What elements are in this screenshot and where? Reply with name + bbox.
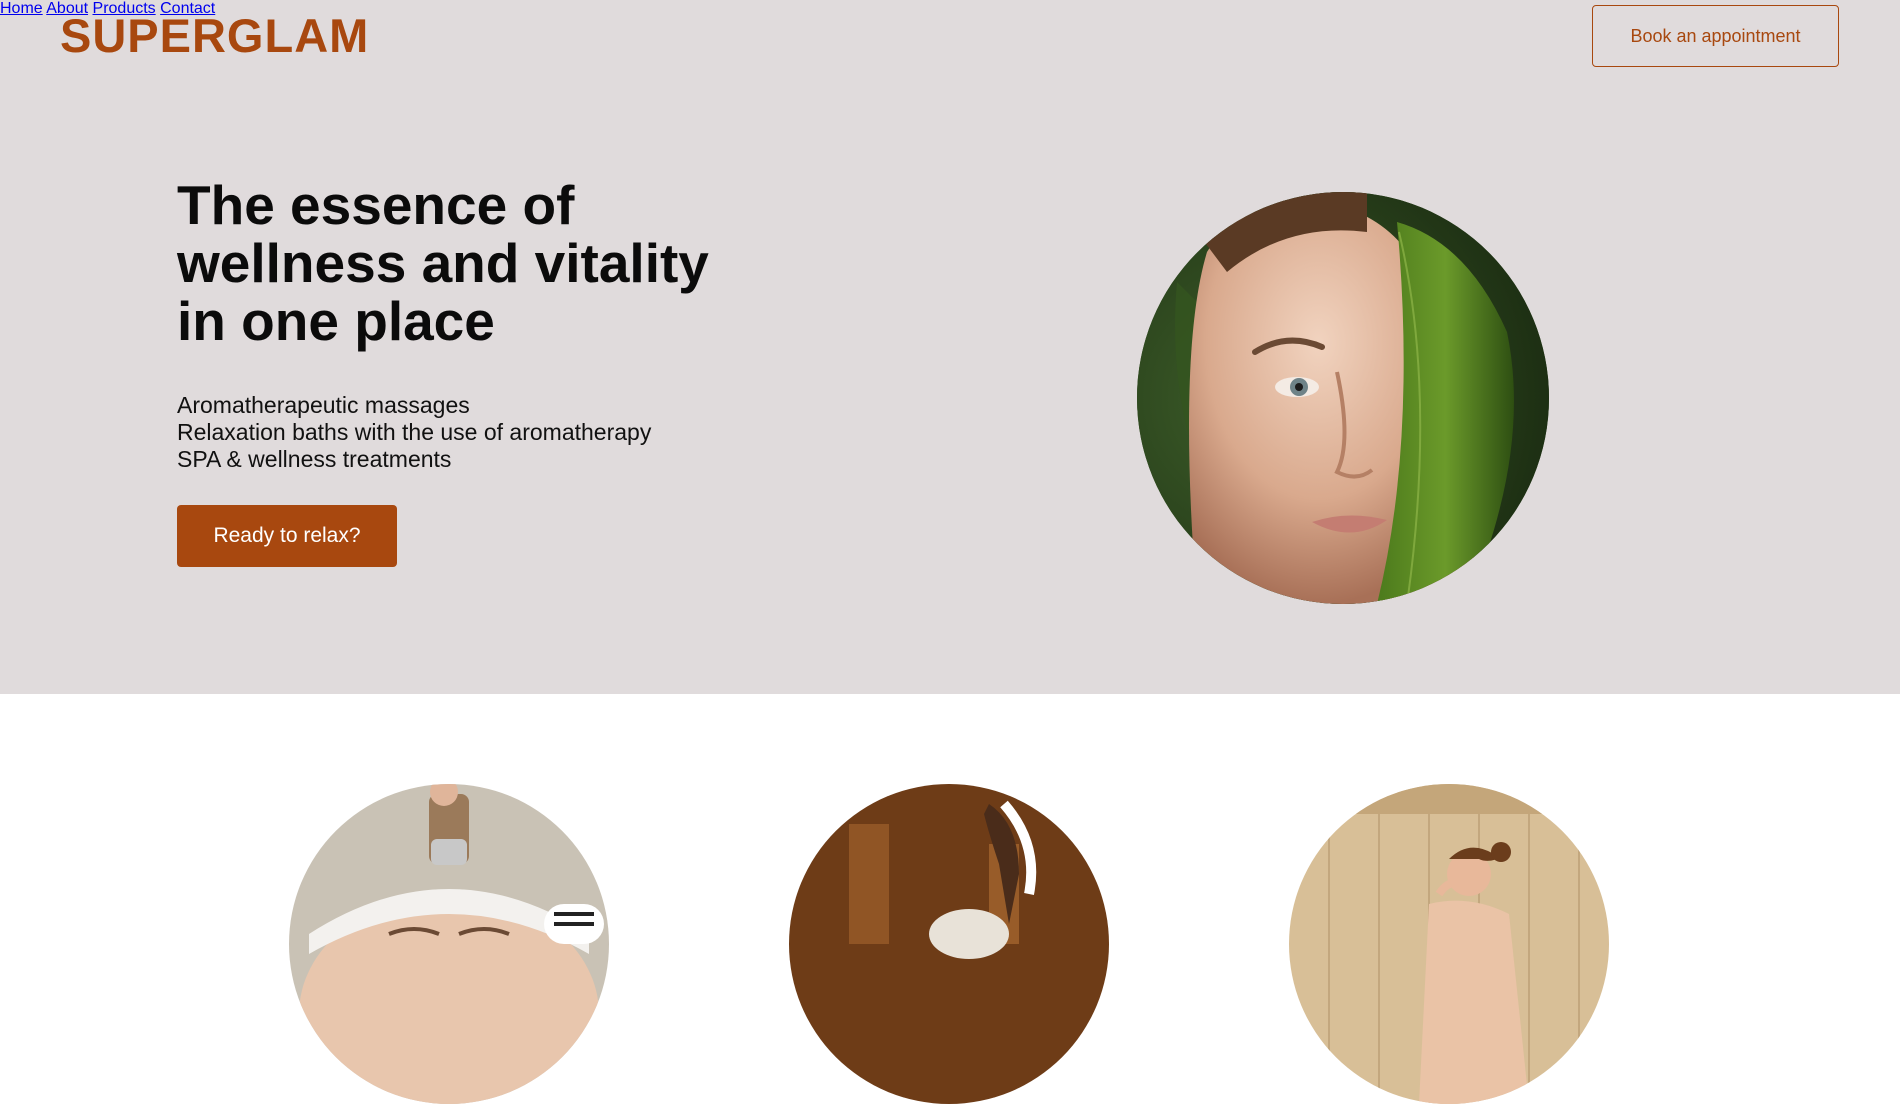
headline-line: The essence of [177, 174, 575, 236]
feature-item: Aromatherapeutic massages [177, 392, 470, 418]
brand-logo[interactable]: SUPERGLAM [60, 8, 369, 64]
facial-roller-illustration [289, 784, 609, 1104]
ready-to-relax-button[interactable]: Ready to relax? [177, 505, 397, 567]
aromatherapy-massage-photo [789, 784, 1109, 1104]
hero-section: SUPERGLAM Home About Products Contact Bo… [0, 0, 1900, 694]
aromatherapy-massage-illustration [789, 784, 1109, 1104]
sauna-relaxation-photo [1289, 784, 1609, 1104]
hero-photo-illustration [1137, 192, 1549, 604]
book-appointment-button[interactable]: Book an appointment [1592, 5, 1839, 67]
facial-roller-treatment-photo [289, 784, 609, 1104]
hero-headline: The essence of wellness and vitality in … [177, 176, 737, 350]
headline-line: wellness and vitality [177, 232, 709, 294]
sauna-relaxation-illustration [1289, 784, 1609, 1104]
feature-item: SPA & wellness treatments [177, 446, 452, 472]
feature-list: Aromatherapeutic massages Relaxation bat… [177, 392, 651, 473]
feature-item: Relaxation baths with the use of aromath… [177, 419, 652, 445]
headline-line: in one place [177, 290, 495, 352]
woman-face-with-leaf-photo [1137, 192, 1549, 604]
nav-home-link[interactable]: Home [0, 0, 43, 17]
